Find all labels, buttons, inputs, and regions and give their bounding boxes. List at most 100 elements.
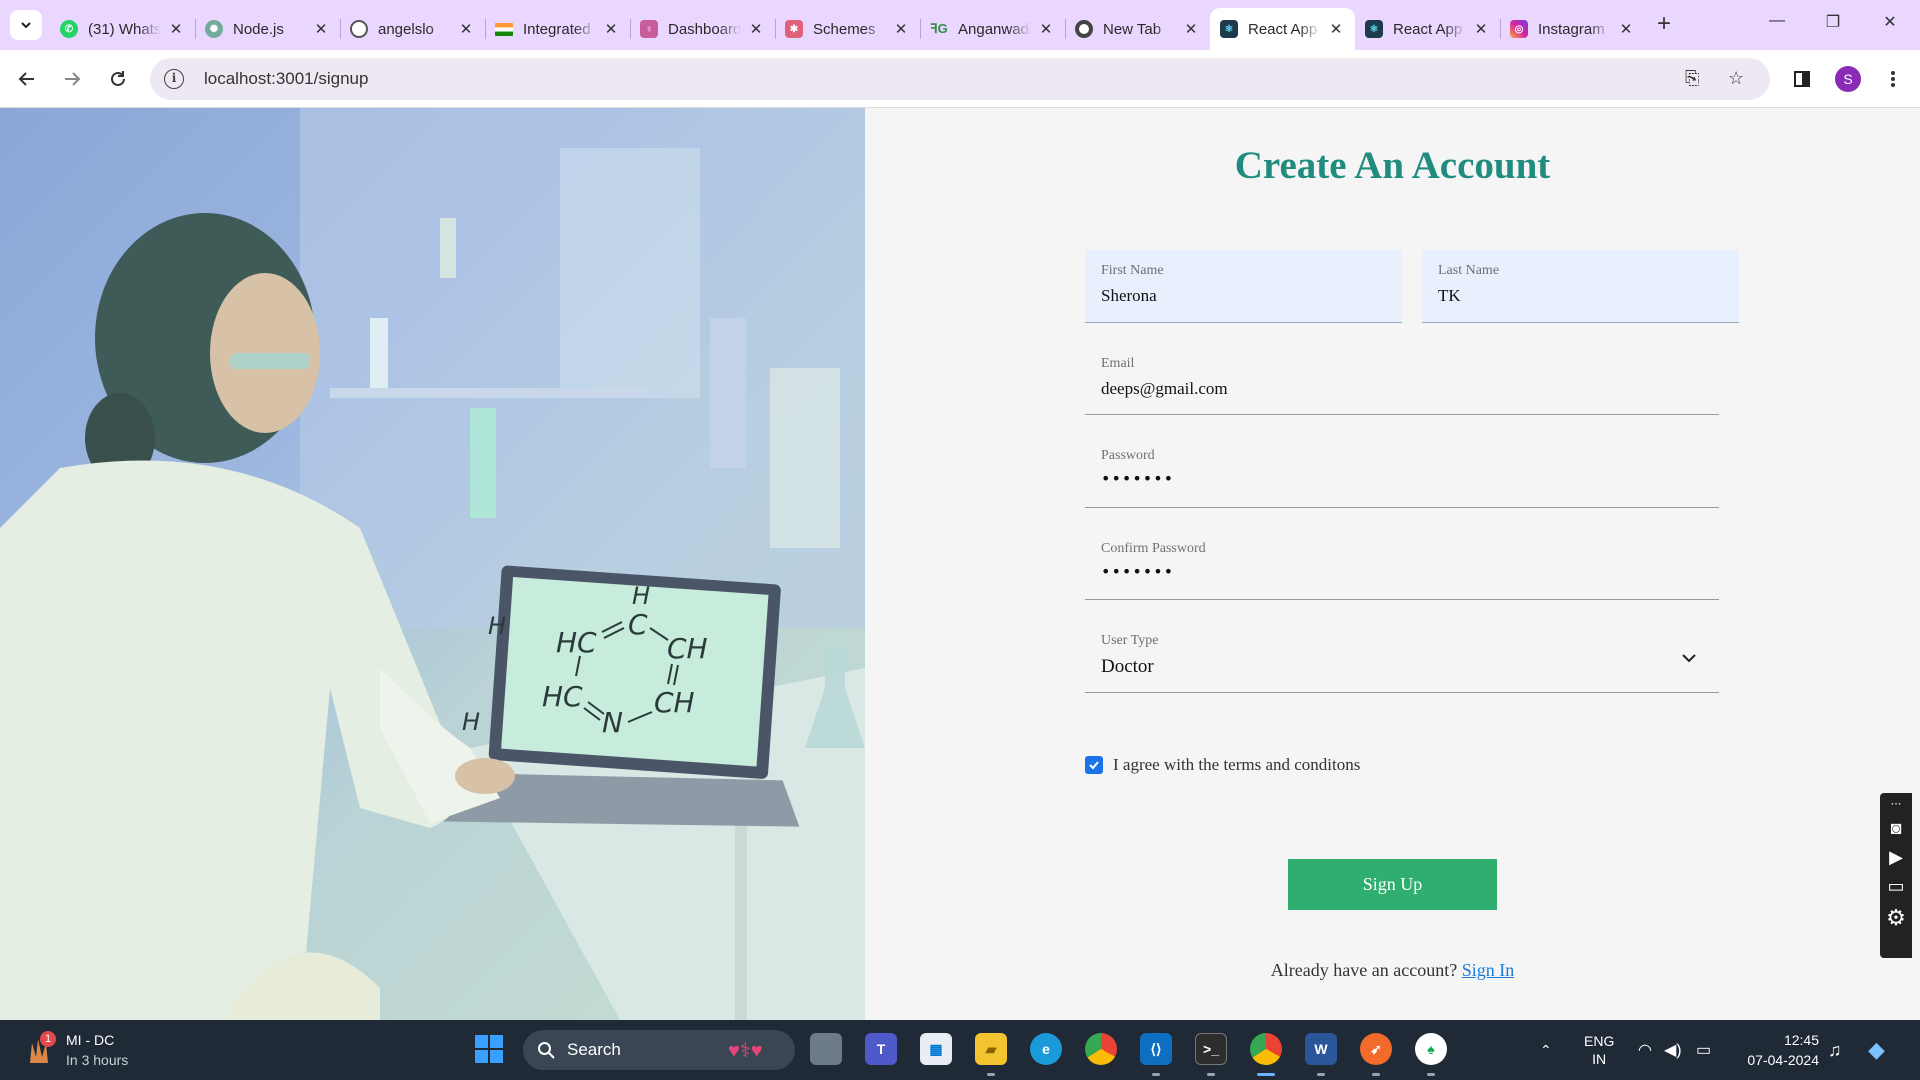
volume-icon[interactable]: ◀): [1664, 1020, 1682, 1080]
postman-icon[interactable]: ➶: [1360, 1033, 1392, 1065]
instagram-icon: ◎: [1510, 20, 1528, 38]
tab-title: React App: [1248, 20, 1318, 38]
confirm-password-value[interactable]: •••••••: [1101, 562, 1174, 581]
notification-bell-icon[interactable]: ♫: [1828, 1020, 1842, 1080]
chevron-down-icon[interactable]: [1681, 650, 1697, 666]
tab-title: Dashboard: [668, 20, 741, 38]
windows-start-icon[interactable]: [474, 1034, 504, 1064]
browser-menu-button[interactable]: [1878, 64, 1908, 94]
close-icon[interactable]: ✕: [602, 20, 620, 38]
task-view-icon[interactable]: [810, 1033, 842, 1065]
close-icon[interactable]: ✕: [892, 20, 910, 38]
tab-schemes[interactable]: ✱ Schemes ✕: [775, 8, 920, 50]
close-window-button[interactable]: ✕: [1870, 12, 1910, 38]
edge-icon[interactable]: e: [1030, 1033, 1062, 1065]
tab-anganwadi[interactable]: ꟻG Anganwadi ✕: [920, 8, 1065, 50]
last-name-value[interactable]: TK: [1438, 286, 1461, 306]
last-name-field[interactable]: Last Name TK: [1422, 250, 1739, 323]
chrome-profile-icon[interactable]: [1250, 1033, 1282, 1065]
running-indicator: [987, 1073, 995, 1076]
user-type-select[interactable]: User Type Doctor: [1085, 620, 1719, 693]
tab-integrated[interactable]: Integrated ✕: [485, 8, 630, 50]
tab-github[interactable]: angelslo ✕: [340, 8, 485, 50]
email-field[interactable]: Email deeps@gmail.com: [1085, 343, 1719, 415]
terminal-icon[interactable]: >_: [1195, 1033, 1227, 1065]
side-panel-button[interactable]: [1787, 64, 1817, 94]
dashboard-icon: ♀: [640, 20, 658, 38]
back-button[interactable]: [12, 64, 42, 94]
weather-widget[interactable]: 1 MI - DC In 3 hours: [22, 1030, 128, 1070]
confirm-password-field[interactable]: Confirm Password •••••••: [1085, 528, 1719, 600]
chrome-icon[interactable]: [1085, 1033, 1117, 1065]
close-icon[interactable]: ✕: [1327, 20, 1345, 38]
tab-dashboard[interactable]: ♀ Dashboard ✕: [630, 8, 775, 50]
tab-nodejs[interactable]: ✺ Node.js ✕: [195, 8, 340, 50]
restore-button[interactable]: ❐: [1813, 12, 1853, 38]
site-info-icon[interactable]: i: [164, 69, 184, 89]
chrome-icon: [1075, 20, 1093, 38]
close-icon[interactable]: ✕: [457, 20, 475, 38]
window-capture-icon[interactable]: ▭: [1887, 876, 1904, 897]
language-indicator[interactable]: ENG IN: [1584, 1020, 1614, 1080]
tab-title: angelslo: [378, 20, 434, 38]
tab-react-app[interactable]: ⚛ React App ✕: [1355, 8, 1500, 50]
close-icon[interactable]: ✕: [1037, 20, 1055, 38]
password-value[interactable]: •••••••: [1101, 469, 1174, 488]
bookmark-star-icon[interactable]: ☆: [1728, 68, 1744, 89]
mongodb-compass-icon[interactable]: ♠: [1415, 1033, 1447, 1065]
close-icon[interactable]: ✕: [1617, 20, 1635, 38]
terms-row: I agree with the terms and conditons: [1085, 755, 1360, 775]
reload-icon: [111, 71, 125, 86]
terms-label[interactable]: I agree with the terms and conditons: [1113, 755, 1360, 775]
clock[interactable]: 12:45 07-04-2024: [1735, 1030, 1819, 1070]
word-icon[interactable]: W: [1305, 1033, 1337, 1065]
tab-search-button[interactable]: [10, 10, 42, 40]
file-explorer-icon[interactable]: ▰: [975, 1033, 1007, 1065]
install-app-icon[interactable]: ⎘: [1685, 68, 1699, 89]
copilot-icon[interactable]: ◆: [1868, 1020, 1885, 1080]
forward-button[interactable]: [57, 64, 87, 94]
tab-whatsapp[interactable]: ✆ (31) WhatsApp ✕: [50, 8, 195, 50]
reload-button[interactable]: [103, 64, 133, 94]
store-icon[interactable]: ▦: [920, 1033, 952, 1065]
wifi-icon[interactable]: ◠: [1638, 1020, 1652, 1080]
new-tab-button[interactable]: +: [1650, 12, 1678, 37]
close-icon[interactable]: ✕: [747, 20, 765, 38]
email-value[interactable]: deeps@gmail.com: [1101, 379, 1228, 399]
close-icon[interactable]: ✕: [312, 20, 330, 38]
checkmark-icon: [1089, 761, 1099, 770]
chevron-down-icon: [21, 22, 31, 29]
video-camera-icon[interactable]: ▶: [1889, 847, 1903, 868]
capture-handle-icon[interactable]: ⋯: [1891, 797, 1902, 810]
password-field[interactable]: Password •••••••: [1085, 435, 1719, 508]
profile-avatar[interactable]: S: [1835, 66, 1861, 92]
sign-up-button[interactable]: Sign Up: [1288, 859, 1497, 910]
close-icon[interactable]: ✕: [1182, 20, 1200, 38]
first-name-field[interactable]: First Name Sherona: [1085, 250, 1402, 323]
minimize-button[interactable]: —: [1757, 12, 1797, 38]
address-bar[interactable]: i localhost:3001/signup ⎘ ☆: [150, 58, 1770, 100]
windows-taskbar: 1 MI - DC In 3 hours Search ♥⚕♥ T ▦ ▰ e …: [0, 1020, 1920, 1080]
password-label: Password: [1101, 448, 1155, 463]
sign-in-link[interactable]: Sign In: [1462, 960, 1515, 980]
tab-new-tab[interactable]: New Tab ✕: [1065, 8, 1210, 50]
tab-instagram[interactable]: ◎ Instagram ✕: [1500, 8, 1645, 50]
weather-subtitle: In 3 hours: [66, 1052, 129, 1068]
close-icon[interactable]: ✕: [1472, 20, 1490, 38]
capture-toolbar: ⋯ ◙ ▶ ▭ ⚙: [1880, 793, 1912, 958]
first-name-value[interactable]: Sherona: [1101, 286, 1157, 306]
close-icon[interactable]: ✕: [167, 20, 185, 38]
tab-react-app-active[interactable]: ⚛ React App ✕: [1210, 8, 1355, 50]
taskbar-search[interactable]: Search ♥⚕♥: [523, 1030, 795, 1070]
settings-gear-icon[interactable]: ⚙: [1886, 905, 1906, 931]
signup-form-panel: Create An Account First Name Sherona Las…: [865, 108, 1920, 1020]
url-text[interactable]: localhost:3001/signup: [204, 69, 368, 89]
battery-icon[interactable]: ▭: [1696, 1020, 1711, 1080]
terms-checkbox[interactable]: [1085, 756, 1103, 774]
github-icon: [350, 20, 368, 38]
vscode-icon[interactable]: ⟨⟩: [1140, 1033, 1172, 1065]
camera-icon[interactable]: ◙: [1891, 818, 1902, 839]
teams-icon[interactable]: T: [865, 1033, 897, 1065]
user-type-value[interactable]: Doctor: [1101, 656, 1154, 678]
tray-overflow-icon[interactable]: ⌃: [1540, 1020, 1552, 1080]
